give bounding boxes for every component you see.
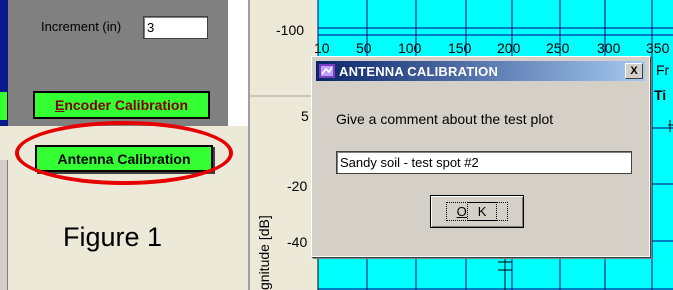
y-tick: -40 [287, 234, 308, 250]
y-axis-label: gnitude [dB] [256, 215, 272, 290]
ok-rest: K [466, 202, 498, 221]
left-tab-edge [0, 160, 8, 290]
x-tick: 250 [546, 40, 570, 56]
x-tick: 200 [497, 40, 521, 56]
plot-side-label-1: Fr [656, 62, 670, 78]
y-tick: -20 [287, 178, 308, 194]
plot-side-label-2: Ti [654, 87, 667, 103]
increment-input[interactable] [143, 16, 208, 39]
encoder-mnemonic: E [54, 97, 65, 113]
y-top-tick: -100 [276, 22, 305, 38]
ok-mnemonic: O [456, 204, 467, 219]
highlight-ellipse [15, 121, 233, 185]
ok-button-label: OK [445, 202, 509, 221]
y-tick: 5 [301, 108, 309, 124]
x-tick: 300 [597, 40, 621, 56]
dialog-titlebar[interactable]: ANTENNA CALIBRATION X [316, 61, 645, 81]
x-tick: 100 [398, 40, 422, 56]
partial-green-button[interactable] [0, 92, 8, 120]
encoder-button-label: ncoder Calibration [64, 97, 189, 113]
ok-button[interactable]: OK [430, 195, 524, 228]
dialog-message: Give a comment about the test plot [336, 111, 554, 127]
x-tick: 350 [646, 40, 670, 56]
app-icon [319, 64, 335, 78]
close-icon: X [630, 65, 638, 77]
x-tick: 10 [314, 40, 330, 56]
figure-label: Figure 1 [63, 222, 163, 252]
antenna-calibration-dialog: ANTENNA CALIBRATION X Give a comment abo… [311, 56, 650, 257]
comment-input[interactable] [336, 151, 632, 174]
close-button[interactable]: X [625, 63, 643, 79]
increment-label: Increment (in) [41, 19, 122, 34]
x-tick: 50 [356, 40, 372, 56]
dialog-title: ANTENNA CALIBRATION [339, 63, 499, 79]
x-tick: 150 [448, 40, 472, 56]
encoder-calibration-button[interactable]: Encoder Calibration [33, 91, 210, 119]
